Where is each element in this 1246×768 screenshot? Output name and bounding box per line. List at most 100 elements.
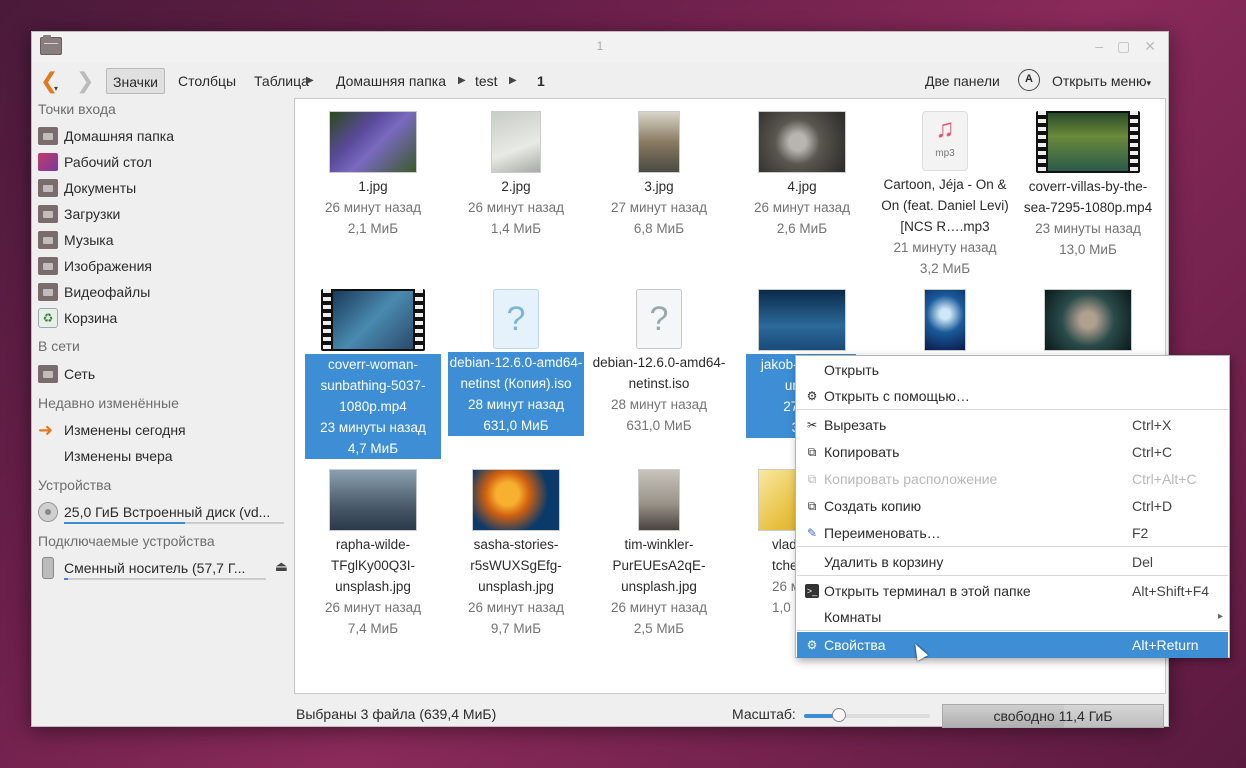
file-name: debian-12.6.0-amd64-netinst (Копия).iso: [449, 355, 583, 391]
forward-button[interactable]: ❯: [76, 68, 96, 94]
menu-item-open[interactable]: Открыть: [797, 357, 1228, 383]
sidebar-item-home[interactable]: Домашняя папка: [38, 124, 288, 148]
file-time: 23 минуты назад: [1035, 221, 1141, 236]
menu-item-duplicate[interactable]: ⧉ Создать копию Ctrl+D: [797, 493, 1228, 519]
file-time: 26 минут назад: [467, 600, 565, 615]
file-item[interactable]: 3.jpg 27 минут назад 6,8 МиБ: [591, 111, 727, 239]
window-controls: – ▢ ✕: [1095, 38, 1156, 55]
file-item-selected[interactable]: coverr-woman-sunbathing-5037-1080p.mp4 2…: [305, 289, 441, 459]
file-item-selected[interactable]: ? debian-12.6.0-amd64-netinst (Копия).is…: [448, 289, 584, 436]
menu-item-cut[interactable]: ✂ Вырезать Ctrl+X: [797, 412, 1228, 438]
file-item[interactable]: sasha-stories-r5sWUXSgEfg-unsplash.jpg 2…: [448, 469, 584, 639]
maximize-icon[interactable]: ▢: [1117, 38, 1130, 55]
sidebar-item-modified-yesterday[interactable]: Изменены вчера: [38, 444, 288, 468]
file-item[interactable]: [877, 289, 1013, 354]
menu-item-label: Переименовать…: [824, 525, 941, 541]
breadcrumb-current[interactable]: 1: [537, 68, 545, 94]
menu-item-open-with[interactable]: ⚙ Открыть с помощью…: [797, 383, 1228, 409]
underwater-photo-thumbnail: [758, 289, 846, 351]
minimize-icon[interactable]: –: [1095, 38, 1103, 55]
building-photo-thumbnail: [638, 111, 680, 173]
sidebar-item-label: Сеть: [64, 366, 96, 382]
sidebar-item-label: Изображения: [64, 258, 152, 274]
jellyfish-photo-thumbnail: [924, 289, 966, 351]
sidebar-item-trash[interactable]: ♻ Корзина: [38, 306, 288, 330]
downloads-folder-icon: [38, 205, 58, 223]
file-time: 26 минут назад: [324, 200, 422, 215]
file-time: 27 минут назад: [610, 200, 708, 215]
bird-photo-thumbnail: [329, 469, 417, 531]
sidebar-item-videos[interactable]: Видеофайлы: [38, 280, 288, 304]
videos-folder-icon: [38, 283, 58, 301]
menu-item-properties[interactable]: ⚙ Свойства Alt+Return: [797, 632, 1228, 658]
dropdown-icon: ▾: [1146, 78, 1152, 88]
documents-folder-icon: [38, 179, 58, 197]
disk-capacity-bar: [64, 522, 284, 524]
view-icons-button[interactable]: Значки: [106, 68, 165, 94]
zoom-slider-handle[interactable]: [832, 708, 847, 722]
copy-location-icon: ⧉: [807, 472, 817, 486]
file-item[interactable]: tim-winkler-PurEUEsA2qE-unsplash.jpg 26 …: [591, 469, 727, 639]
menu-item-copy[interactable]: ⧉ Копировать Ctrl+C: [797, 439, 1228, 465]
menu-item-rename[interactable]: ✎ Переименовать… F2: [797, 520, 1228, 546]
status-bar: Выбраны 3 файла (639,4 МиБ) Масштаб: сво…: [296, 704, 1166, 728]
hard-disk-icon: [38, 502, 58, 522]
file-time: 26 минут назад: [324, 600, 422, 615]
file-item[interactable]: 1.jpg 26 минут назад 2,1 МиБ: [305, 111, 441, 239]
animal-photo-thumbnail: [758, 111, 846, 173]
dual-pane-button[interactable]: Две панели: [925, 68, 1000, 94]
section-places: Точки входа: [38, 101, 116, 117]
view-table-button[interactable]: Таблица: [248, 68, 315, 94]
free-space-indicator: свободно 11,4 ГиБ: [942, 704, 1164, 728]
file-time: 26 минут назад: [610, 600, 708, 615]
menu-item-shortcut: Ctrl+C: [1132, 444, 1173, 460]
file-item[interactable]: ♫ mp3 Cartoon, Jéja - On & On (feat. Dani…: [877, 111, 1013, 279]
sidebar-item-modified-today[interactable]: ➜ Изменены сегодня: [38, 418, 288, 442]
paper-photo-thumbnail: [491, 111, 541, 173]
file-name: debian-12.6.0-amd64-netinst.iso: [592, 355, 726, 391]
sidebar-item-internal-disk[interactable]: 25,0 ГиБ Встроенный диск (vd...: [38, 500, 288, 524]
file-item[interactable]: rapha-wilde-TFglKy00Q3I-unsplash.jpg 26 …: [305, 469, 441, 639]
section-network: В сети: [38, 338, 80, 354]
open-menu-button[interactable]: Открыть меню▾: [1052, 68, 1151, 94]
menu-separator: [797, 630, 1228, 631]
file-name: 2.jpg: [501, 179, 531, 194]
sidebar-item-removable[interactable]: Сменный носитель (57,7 Г... ⏏: [38, 556, 288, 580]
file-item[interactable]: ? debian-12.6.0-amd64-netinst.iso 28 мин…: [591, 289, 727, 436]
sidebar-item-music[interactable]: Музыка: [38, 228, 288, 252]
window-title: 1: [596, 39, 604, 53]
file-item[interactable]: coverr-villas-by-the-sea-7295-1080p.mp4 …: [1020, 111, 1156, 260]
video-thumbnail: [1036, 111, 1140, 173]
breadcrumb-test[interactable]: test: [475, 68, 498, 94]
recent-icon: ➜: [38, 420, 54, 440]
ray-photo-thumbnail: [1044, 289, 1132, 351]
sidebar-item-label: Видеофайлы: [64, 284, 151, 300]
sidebar: Точки входа Домашняя папка Рабочий стол …: [32, 98, 294, 698]
file-item[interactable]: [1020, 289, 1156, 354]
file-name: 4.jpg: [787, 179, 817, 194]
sidebar-item-downloads[interactable]: Загрузки: [38, 202, 288, 226]
unknown-file-icon: ?: [493, 289, 539, 349]
sidebar-item-network[interactable]: Сеть: [38, 362, 288, 386]
file-item[interactable]: 2.jpg 26 минут назад 1,4 МиБ: [448, 111, 584, 239]
menu-item-label: Комнаты: [824, 609, 882, 625]
eject-icon[interactable]: ⏏: [275, 558, 288, 575]
sidebar-item-desktop[interactable]: Рабочий стол: [38, 150, 288, 174]
video-thumbnail: [321, 289, 425, 351]
gear-icon: ⚙: [806, 638, 818, 652]
menu-item-open-terminal[interactable]: >_ Открыть терминал в этой папке Alt+Shift…: [797, 578, 1228, 604]
sidebar-item-documents[interactable]: Документы: [38, 176, 288, 200]
zoom-slider[interactable]: [804, 708, 930, 722]
back-button[interactable]: ❮ ▾: [40, 68, 66, 94]
view-columns-button[interactable]: Столбцы: [172, 68, 242, 94]
file-time: 26 минут назад: [467, 200, 565, 215]
search-icon[interactable]: A: [1018, 69, 1040, 91]
file-item[interactable]: 4.jpg 26 минут назад 2,6 МиБ: [734, 111, 870, 239]
title-bar[interactable]: 1 – ▢ ✕: [32, 32, 1168, 62]
menu-item-rooms[interactable]: Комнаты ▸: [797, 604, 1228, 630]
menu-item-move-to-trash[interactable]: Удалить в корзину Del: [797, 549, 1228, 575]
breadcrumb-home[interactable]: Домашняя папка: [336, 68, 446, 94]
sidebar-item-label: Домашняя папка: [64, 128, 175, 144]
sidebar-item-pictures[interactable]: Изображения: [38, 254, 288, 278]
close-icon[interactable]: ✕: [1144, 38, 1156, 55]
